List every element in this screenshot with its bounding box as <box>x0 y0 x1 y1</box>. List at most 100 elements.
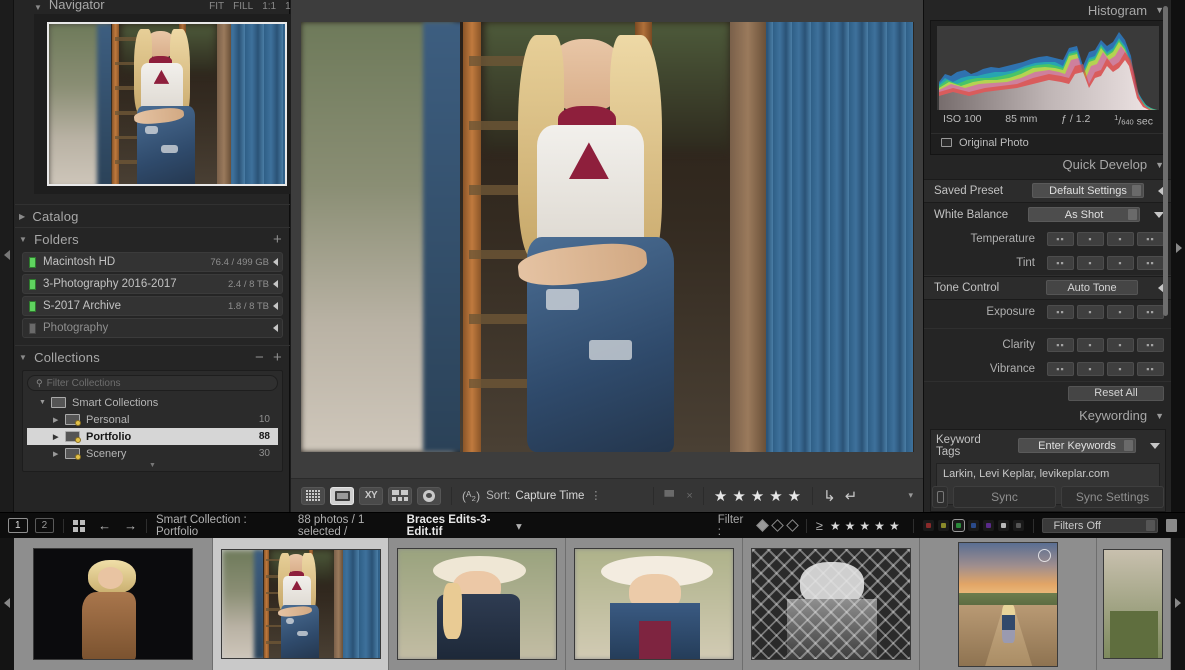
sort-menu-icon[interactable]: ⋮ <box>590 489 601 502</box>
loupe-view-button[interactable] <box>330 487 354 505</box>
exposure-decrease-small[interactable]: ▪ <box>1077 305 1104 319</box>
temperature-decrease-small[interactable]: ▪ <box>1077 232 1104 246</box>
collection-item-scenery[interactable]: ▶ Scenery 30 <box>27 445 278 462</box>
auto-sync-toggle[interactable] <box>932 486 948 508</box>
filmstrip-cell[interactable] <box>566 538 743 670</box>
color-filter-yellow[interactable] <box>938 520 949 531</box>
tint-increase-small[interactable]: ▪ <box>1107 256 1134 270</box>
filmstrip-cell[interactable] <box>743 538 920 670</box>
screen-1-button[interactable]: 1 <box>8 518 28 533</box>
current-filename[interactable]: Braces Edits-3-Edit.tif <box>407 514 512 538</box>
vibrance-increase-large[interactable]: ▪▪ <box>1137 362 1164 376</box>
thumb-hat-arms-up[interactable] <box>397 548 557 660</box>
histogram-header[interactable]: Histogram ▼ <box>924 0 1172 20</box>
folder-disclosure-icon[interactable] <box>273 324 278 332</box>
filter-star-3[interactable]: ★ <box>859 519 874 533</box>
tint-stepper[interactable]: ▪▪ ▪ ▪ ▪▪ <box>1047 256 1164 270</box>
flag-filter-flagged-icon[interactable] <box>756 519 769 532</box>
color-filter-green[interactable] <box>953 520 964 531</box>
rating-stars[interactable]: ★ ★ ★ ★ ★ <box>714 487 802 505</box>
filter-star-5[interactable]: ★ <box>889 519 904 533</box>
folder-row[interactable]: 3-Photography 2016-2017 2.4 / 8 TB <box>22 274 283 294</box>
filmstrip-cell[interactable] <box>14 538 213 670</box>
filmstrip-cell[interactable] <box>389 538 566 670</box>
tint-decrease-small[interactable]: ▪ <box>1077 256 1104 270</box>
sync-settings-button[interactable]: Sync Settings <box>1061 486 1164 508</box>
compare-view-button[interactable]: XY <box>359 487 383 505</box>
clarity-decrease-small[interactable]: ▪ <box>1077 338 1104 352</box>
original-photo-toggle[interactable]: Original Photo <box>931 133 1165 154</box>
navigator-preview[interactable] <box>34 14 299 194</box>
screen-2-button[interactable]: 2 <box>35 518 55 533</box>
tint-decrease-large[interactable]: ▪▪ <box>1047 256 1074 270</box>
exposure-stepper[interactable]: ▪▪ ▪ ▪ ▪▪ <box>1047 305 1164 319</box>
temperature-stepper[interactable]: ▪▪ ▪ ▪ ▪▪ <box>1047 232 1164 246</box>
rating-operator[interactable]: ≥ <box>816 518 823 533</box>
grid-view-button[interactable] <box>301 487 325 505</box>
thumb-bw-fence[interactable] <box>751 548 911 660</box>
folder-disclosure-icon[interactable] <box>273 280 278 288</box>
exposure-increase-large[interactable]: ▪▪ <box>1137 305 1164 319</box>
survey-view-button[interactable] <box>388 487 412 505</box>
thumb-hat-portrait[interactable] <box>574 548 734 660</box>
star-4[interactable]: ★ <box>769 487 783 505</box>
zoom-1-1[interactable]: 1:1 <box>262 1 276 12</box>
left-panel-collapse-arrow-icon[interactable] <box>4 250 10 260</box>
vibrance-increase-small[interactable]: ▪ <box>1107 362 1134 376</box>
collection-item-personal[interactable]: ▶ Personal 10 <box>27 411 278 428</box>
forward-arrow-icon[interactable]: → <box>124 518 137 533</box>
add-folder-icon[interactable]: + <box>273 232 282 247</box>
right-panel-scrollbar[interactable] <box>1163 6 1168 316</box>
color-filter-red[interactable] <box>923 520 934 531</box>
zoom-fill[interactable]: FILL <box>233 1 253 12</box>
color-filter-purple[interactable] <box>983 520 994 531</box>
reset-all-button[interactable]: Reset All <box>1068 386 1164 401</box>
right-panel-collapse-strip[interactable] <box>1171 0 1185 512</box>
vibrance-decrease-large[interactable]: ▪▪ <box>1047 362 1074 376</box>
navigator-zoom-levels[interactable]: FIT FILL 1:1 1:2 <box>209 1 299 12</box>
main-photo[interactable] <box>301 22 914 452</box>
remove-collection-icon[interactable]: − <box>255 350 264 365</box>
color-filter-white[interactable] <box>998 520 1009 531</box>
flag-filter-rejected-icon[interactable] <box>786 519 799 532</box>
folder-disclosure-icon[interactable] <box>273 302 278 310</box>
tint-increase-large[interactable]: ▪▪ <box>1137 256 1164 270</box>
rating-filter-stars[interactable]: ★★★★★ <box>830 519 904 533</box>
filmstrip-scroll-right[interactable] <box>1171 538 1185 670</box>
folder-row[interactable]: Photography <box>22 318 283 338</box>
filters-dropdown[interactable]: Filters Off <box>1042 518 1158 533</box>
navigator-header[interactable]: ▼ Navigator FIT FILL 1:1 1:2 <box>30 0 305 12</box>
thumb-partial-next[interactable] <box>1103 549 1163 659</box>
vibrance-decrease-small[interactable]: ▪ <box>1077 362 1104 376</box>
checkbox-icon[interactable] <box>941 138 952 147</box>
collections-resize-handle[interactable]: ▼ <box>27 462 278 469</box>
filename-caret-icon[interactable]: ▾ <box>516 519 522 533</box>
collections-header[interactable]: ▼ Collections − + <box>15 346 290 368</box>
keywording-header[interactable]: Keywording ▼ <box>924 406 1172 426</box>
reject-icon[interactable]: × <box>686 490 692 502</box>
star-5[interactable]: ★ <box>788 487 802 505</box>
folder-disclosure-icon[interactable] <box>273 258 278 266</box>
filter-star-2[interactable]: ★ <box>845 519 860 533</box>
add-collection-icon[interactable]: + <box>273 350 282 365</box>
temperature-increase-small[interactable]: ▪ <box>1107 232 1134 246</box>
star-1[interactable]: ★ <box>714 487 728 505</box>
folders-header[interactable]: ▼ Folders + <box>15 228 290 250</box>
auto-tone-button[interactable]: Auto Tone <box>1046 280 1138 295</box>
temperature-decrease-large[interactable]: ▪▪ <box>1047 232 1074 246</box>
filmstrip-cell[interactable] <box>920 538 1097 670</box>
loupe-stage[interactable] <box>291 0 923 474</box>
grid-view-icon[interactable] <box>73 520 85 532</box>
histogram-plot[interactable] <box>937 26 1159 110</box>
clarity-increase-small[interactable]: ▪ <box>1107 338 1134 352</box>
clarity-stepper[interactable]: ▪▪ ▪ ▪ ▪▪ <box>1047 338 1164 352</box>
flag-icon[interactable] <box>664 490 674 502</box>
clarity-increase-large[interactable]: ▪▪ <box>1137 338 1164 352</box>
filmstrip-cell[interactable] <box>213 538 390 670</box>
white-balance-dropdown[interactable]: As Shot <box>1028 207 1140 222</box>
badge-icon[interactable] <box>1038 549 1051 562</box>
saved-preset-dropdown[interactable]: Default Settings <box>1032 183 1144 198</box>
toolbar-options-caret[interactable]: ▾ <box>908 490 913 501</box>
source-label[interactable]: Smart Collection : Portfolio <box>156 514 276 538</box>
temperature-increase-large[interactable]: ▪▪ <box>1137 232 1164 246</box>
